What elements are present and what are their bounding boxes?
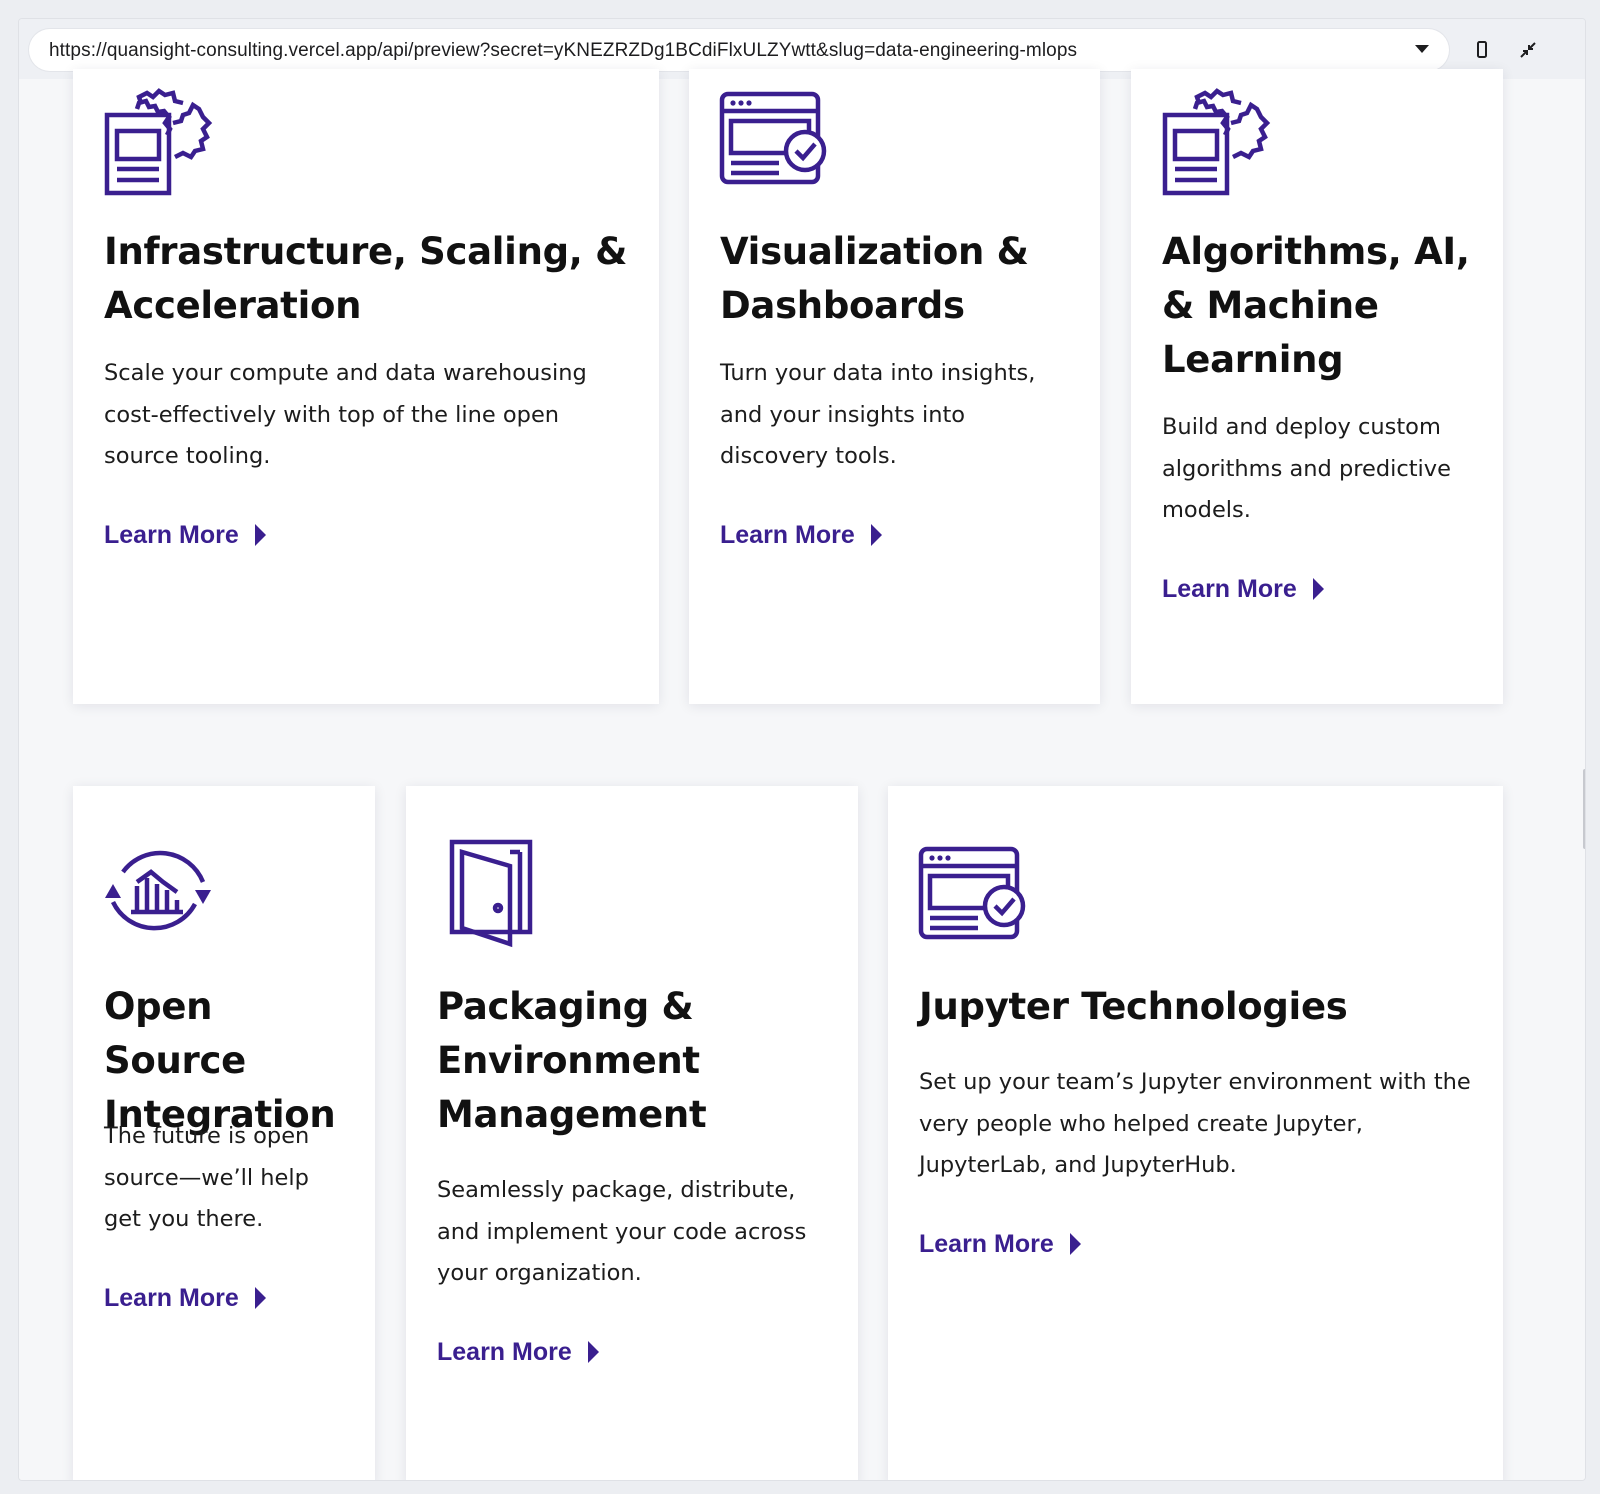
caret-right-icon	[587, 1341, 599, 1363]
cycle-chart-icon	[105, 850, 211, 931]
service-card-jupyter: Jupyter Technologies Set up your team’s …	[888, 786, 1503, 1480]
document-gear-icon	[104, 88, 213, 196]
caret-right-icon	[870, 524, 882, 546]
card-description: Seamlessly package, distribute, and impl…	[437, 1177, 807, 1286]
browser-window: https://quansight-consulting.vercel.app/…	[18, 18, 1586, 1481]
card-title: Jupyter Technologies	[919, 985, 1348, 1028]
learn-more-link[interactable]: Learn More	[1162, 574, 1324, 604]
caret-right-icon	[254, 524, 266, 546]
learn-more-link[interactable]: Learn More	[104, 520, 266, 550]
url-text[interactable]: https://quansight-consulting.vercel.app/…	[49, 40, 1077, 62]
card-title: Algorithms, AI, & Machine Learning	[1162, 230, 1470, 381]
card-description: Build and deploy custom algorithms and p…	[1162, 414, 1451, 523]
learn-more-label: Learn More	[437, 1338, 572, 1366]
card-description: Set up your team’s Jupyter environment w…	[919, 1069, 1471, 1178]
card-description: Turn your data into insights, and your i…	[720, 360, 1036, 469]
service-card-packaging: Packaging & Environment Management Seaml…	[406, 786, 858, 1480]
learn-more-label: Learn More	[919, 1230, 1054, 1258]
learn-more-link[interactable]: Learn More	[919, 1229, 1081, 1259]
caret-right-icon	[1069, 1233, 1081, 1255]
card-title: Packaging & Environment Management	[437, 985, 707, 1136]
service-card-open-source: Open Source Integration The future is op…	[73, 786, 375, 1480]
learn-more-link[interactable]: Learn More	[104, 1283, 266, 1313]
learn-more-link[interactable]: Learn More	[720, 520, 882, 550]
service-card-infrastructure: Infrastructure, Scaling, & Acceleration …	[73, 69, 659, 704]
caret-right-icon	[254, 1287, 266, 1309]
caret-right-icon	[1312, 578, 1324, 600]
mobile-device-icon[interactable]	[1471, 39, 1493, 61]
card-description: Scale your compute and data warehousing …	[104, 360, 587, 469]
card-title: Infrastructure, Scaling, & Acceleration	[104, 230, 628, 327]
learn-more-label: Learn More	[1162, 575, 1297, 603]
scrollbar[interactable]	[1583, 769, 1585, 849]
open-door-icon	[449, 839, 533, 948]
learn-more-link[interactable]: Learn More	[437, 1337, 599, 1367]
learn-more-label: Learn More	[104, 1284, 239, 1312]
page-content: Infrastructure, Scaling, & Acceleration …	[19, 69, 1585, 1480]
browser-check-icon	[719, 91, 827, 185]
service-card-visualization: Visualization & Dashboards Turn your dat…	[689, 69, 1100, 704]
service-card-algorithms: Algorithms, AI, & Machine Learning Build…	[1131, 69, 1503, 704]
collapse-arrows-icon[interactable]	[1517, 39, 1539, 61]
document-gear-icon	[1162, 88, 1271, 196]
card-description: The future is open source—we’ll help get…	[104, 1123, 310, 1232]
browser-check-icon	[918, 846, 1026, 940]
card-title: Visualization & Dashboards	[720, 230, 1029, 327]
dropdown-caret-icon[interactable]	[1415, 45, 1429, 53]
address-bar[interactable]: https://quansight-consulting.vercel.app/…	[29, 29, 1449, 71]
learn-more-label: Learn More	[720, 521, 855, 549]
learn-more-label: Learn More	[104, 521, 239, 549]
